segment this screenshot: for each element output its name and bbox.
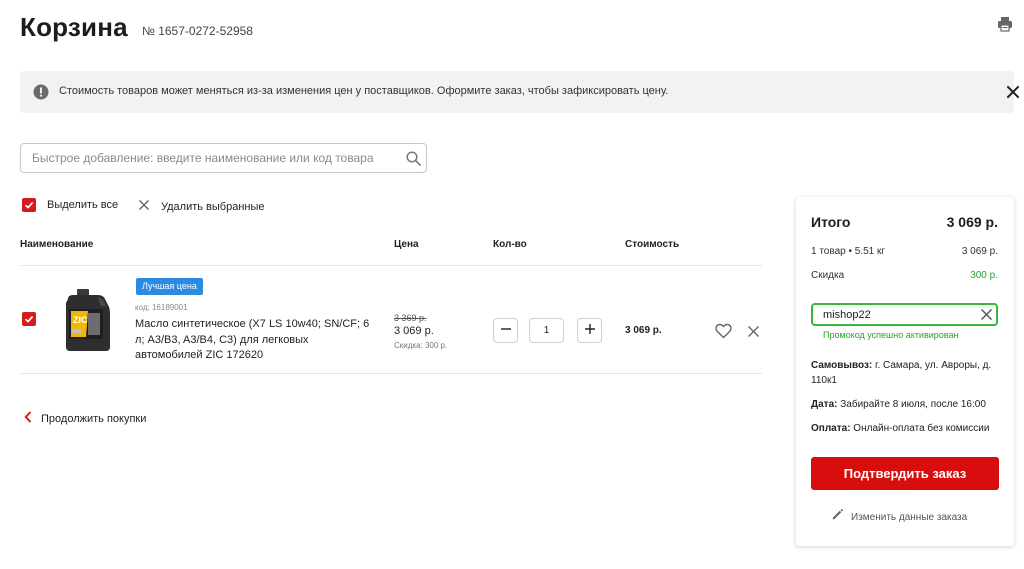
unit-price: 3 069 р. [394,325,434,337]
pickup-info: Самовывоз: г. Самара, ул. Авроры, д. 110… [811,358,1003,388]
close-icon[interactable] [1005,84,1021,100]
confirm-order-button[interactable]: Подтвердить заказ [811,457,999,490]
summary-discount-value: 300 р. [970,270,998,281]
qty-decrease-button[interactable] [493,318,518,343]
select-all-checkbox[interactable]: Выделить все [22,198,118,212]
order-number: № 1657-0272-52958 [142,24,253,38]
quick-add-search [20,143,427,173]
info-circle-icon [33,84,49,100]
x-icon [138,198,150,216]
product-code: код: 16189001 [135,303,188,312]
svg-text:ZIC: ZIC [73,315,88,325]
remove-item-icon[interactable] [747,325,760,338]
divider [20,265,762,266]
heart-icon[interactable] [715,323,732,339]
summary-total: 3 069 р. [946,214,998,230]
column-header-price: Цена [394,239,419,250]
column-header-name: Наименование [20,239,94,250]
summary-discount-label: Скидка [811,270,845,281]
date-label: Дата: [811,399,838,410]
promo-success-message: Промокод успешно активирован [823,330,959,340]
order-summary-panel: Итого 3 069 р. 1 товар • 5.51 кг 3 069 р… [796,197,1014,546]
old-price: 3 369 р. [394,313,427,323]
promo-code-field [811,303,998,326]
payment-label: Оплата: [811,423,851,434]
delete-selected-label: Удалить выбранные [161,201,265,213]
best-price-badge[interactable]: Лучшая цена [136,278,203,295]
continue-shopping-label: Продолжить покупки [41,413,147,425]
qty-input[interactable] [529,318,564,343]
delete-selected-button[interactable]: Удалить выбранные [138,198,265,216]
chevron-left-icon [24,410,32,428]
summary-title: Итого [811,214,851,230]
pickup-label: Самовывоз: [811,360,873,371]
product-name-link[interactable]: Масло синтетическое (X7 LS 10w40; SN/CF;… [135,317,375,364]
column-header-total: Стоимость [625,239,680,250]
edit-order-label: Изменить данные заказа [851,511,968,523]
minus-icon [500,322,512,340]
plus-icon [584,322,596,340]
select-all-label: Выделить все [47,199,119,211]
summary-items-value: 3 069 р. [961,246,998,257]
row-checkbox[interactable] [22,312,36,326]
pencil-icon [831,508,844,526]
notice-text: Стоимость товаров может меняться из-за и… [59,85,669,97]
quick-add-input[interactable] [21,144,401,172]
discount-note: Скидка: 300 р. [394,341,448,350]
promo-code-input[interactable] [813,305,973,324]
checkbox-checked-icon[interactable] [22,198,36,212]
qty-increase-button[interactable] [577,318,602,343]
date-info: Дата: Забирайте 8 июля, после 16:00 [811,397,1003,412]
printer-icon[interactable] [997,16,1013,32]
continue-shopping-link[interactable]: Продолжить покупки [24,410,146,428]
product-image[interactable]: ZIC [60,287,114,353]
row-total: 3 069 р. [625,325,662,336]
page-title: Корзина [20,12,128,42]
edit-order-link[interactable]: Изменить данные заказа [831,508,967,526]
divider [20,373,762,374]
payment-value: Онлайн-оплата без комиссии [850,423,990,434]
clear-promo-icon[interactable] [980,308,993,321]
date-value: Забирайте 8 июля, после 16:00 [837,399,986,410]
column-header-qty: Кол-во [493,239,527,250]
price-notice: Стоимость товаров может меняться из-за и… [20,71,1019,113]
payment-info: Оплата: Онлайн-оплата без комиссии [811,421,1003,436]
summary-items-label: 1 товар • 5.51 кг [811,246,886,257]
search-icon[interactable] [406,151,421,166]
